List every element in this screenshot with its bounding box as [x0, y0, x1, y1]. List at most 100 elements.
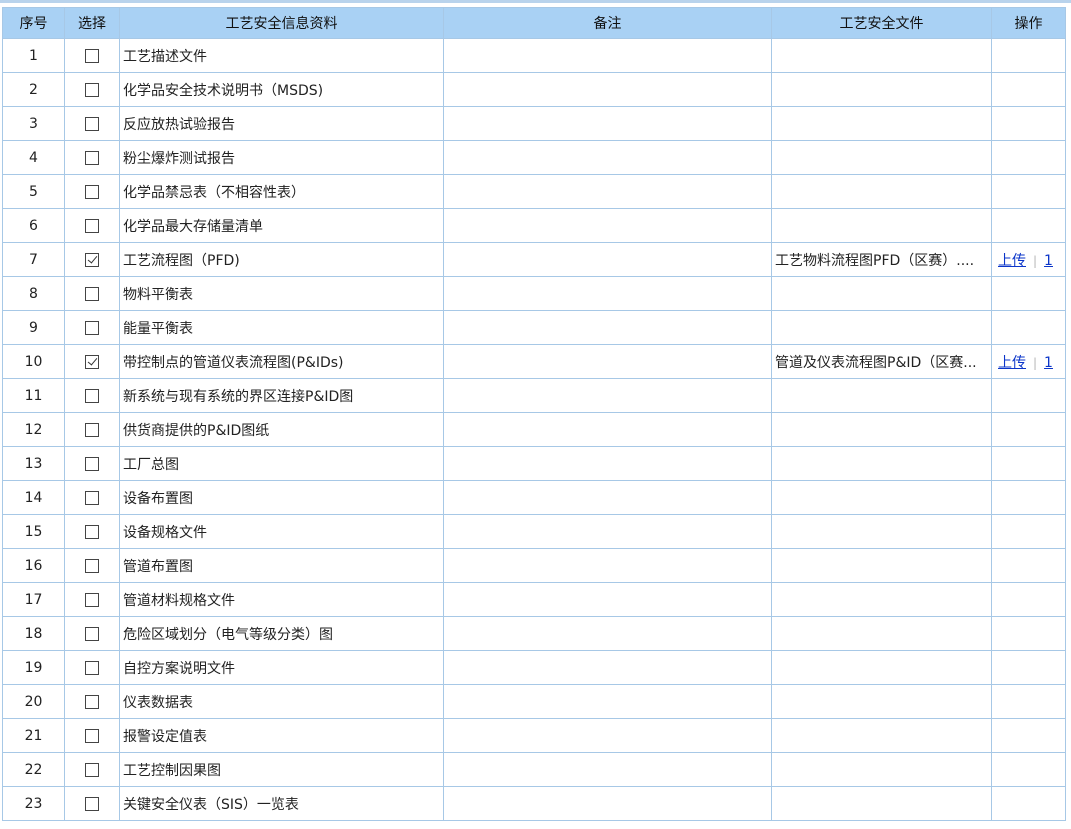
row-checkbox[interactable]	[85, 286, 99, 301]
row-checkbox[interactable]	[85, 796, 99, 811]
info-name: 新系统与现有系统的界区连接P&ID图	[119, 378, 444, 413]
row-checkbox[interactable]	[85, 592, 99, 607]
select-cell	[64, 412, 120, 447]
file-count-link[interactable]: 1	[1044, 253, 1053, 269]
remark-cell	[443, 208, 772, 243]
row-checkbox[interactable]	[85, 48, 99, 63]
process-safety-info-table: 序号 选择 工艺安全信息资料 备注 工艺安全文件 操作 1 工艺描述文件 2 化学品安…	[2, 7, 1066, 821]
file-name	[771, 276, 992, 311]
file-name	[771, 174, 992, 209]
file-name	[771, 310, 992, 345]
action-cell	[991, 548, 1066, 583]
row-index: 1	[2, 38, 65, 73]
row-checkbox[interactable]	[85, 762, 99, 777]
info-name: 仪表数据表	[119, 684, 444, 719]
link-separator: |	[1033, 355, 1038, 370]
info-name: 工艺流程图（PFD)	[119, 242, 444, 277]
remark-cell	[443, 616, 772, 651]
table-row: 3 反应放热试验报告	[2, 106, 1066, 141]
select-cell	[64, 446, 120, 481]
row-index: 16	[2, 548, 65, 583]
header-select: 选择	[64, 7, 120, 39]
info-name: 化学品禁忌表（不相容性表）	[119, 174, 444, 209]
row-index: 12	[2, 412, 65, 447]
table-row: 5 化学品禁忌表（不相容性表）	[2, 174, 1066, 209]
select-cell	[64, 548, 120, 583]
row-checkbox[interactable]	[85, 116, 99, 131]
select-cell	[64, 344, 120, 379]
row-checkbox[interactable]	[85, 320, 99, 335]
row-checkbox[interactable]	[85, 82, 99, 97]
upload-link[interactable]: 上传	[998, 253, 1026, 269]
file-name	[771, 140, 992, 175]
remark-cell	[443, 378, 772, 413]
action-cell	[991, 378, 1066, 413]
header-info: 工艺安全信息资料	[119, 7, 444, 39]
select-cell	[64, 718, 120, 753]
row-index: 10	[2, 344, 65, 379]
table-row: 18 危险区域划分（电气等级分类）图	[2, 616, 1066, 651]
row-checkbox[interactable]	[85, 218, 99, 233]
row-checkbox[interactable]	[85, 660, 99, 675]
remark-cell	[443, 344, 772, 379]
action-cell	[991, 140, 1066, 175]
select-cell	[64, 208, 120, 243]
row-index: 13	[2, 446, 65, 481]
action-cell	[991, 718, 1066, 753]
select-cell	[64, 174, 120, 209]
row-index: 3	[2, 106, 65, 141]
select-cell	[64, 106, 120, 141]
action-cell	[991, 208, 1066, 243]
info-name: 粉尘爆炸测试报告	[119, 140, 444, 175]
row-checkbox[interactable]	[85, 252, 99, 267]
row-checkbox[interactable]	[85, 388, 99, 403]
remark-cell	[443, 276, 772, 311]
row-checkbox[interactable]	[85, 694, 99, 709]
action-cell	[991, 752, 1066, 787]
action-cell	[991, 106, 1066, 141]
info-name: 工艺描述文件	[119, 38, 444, 73]
row-index: 5	[2, 174, 65, 209]
row-checkbox[interactable]	[85, 422, 99, 437]
row-checkbox[interactable]	[85, 558, 99, 573]
select-cell	[64, 616, 120, 651]
info-name: 化学品最大存储量清单	[119, 208, 444, 243]
action-cell	[991, 616, 1066, 651]
table-header-row: 序号 选择 工艺安全信息资料 备注 工艺安全文件 操作	[2, 7, 1066, 39]
row-checkbox[interactable]	[85, 456, 99, 471]
row-checkbox[interactable]	[85, 490, 99, 505]
row-checkbox[interactable]	[85, 184, 99, 199]
upload-link[interactable]: 上传	[998, 355, 1026, 371]
action-cell	[991, 38, 1066, 73]
action-cell	[991, 72, 1066, 107]
file-count-link[interactable]: 1	[1044, 355, 1053, 371]
row-checkbox[interactable]	[85, 524, 99, 539]
row-checkbox[interactable]	[85, 354, 99, 369]
remark-cell	[443, 174, 772, 209]
action-cell	[991, 412, 1066, 447]
row-checkbox[interactable]	[85, 728, 99, 743]
row-checkbox[interactable]	[85, 150, 99, 165]
action-cell	[991, 514, 1066, 549]
row-index: 21	[2, 718, 65, 753]
table-row: 11 新系统与现有系统的界区连接P&ID图	[2, 378, 1066, 413]
remark-cell	[443, 480, 772, 515]
table-row: 12 供货商提供的P&ID图纸	[2, 412, 1066, 447]
remark-cell	[443, 752, 772, 787]
table-row: 17 管道材料规格文件	[2, 582, 1066, 617]
row-index: 6	[2, 208, 65, 243]
remark-cell	[443, 140, 772, 175]
info-name: 管道布置图	[119, 548, 444, 583]
row-checkbox[interactable]	[85, 626, 99, 641]
select-cell	[64, 378, 120, 413]
table-row: 16 管道布置图	[2, 548, 1066, 583]
table-row: 14 设备布置图	[2, 480, 1066, 515]
header-index: 序号	[2, 7, 65, 39]
file-name	[771, 446, 992, 481]
table-row: 8 物料平衡表	[2, 276, 1066, 311]
remark-cell	[443, 38, 772, 73]
action-cell	[991, 310, 1066, 345]
select-cell	[64, 140, 120, 175]
table-row: 1 工艺描述文件	[2, 38, 1066, 73]
table-row: 4 粉尘爆炸测试报告	[2, 140, 1066, 175]
